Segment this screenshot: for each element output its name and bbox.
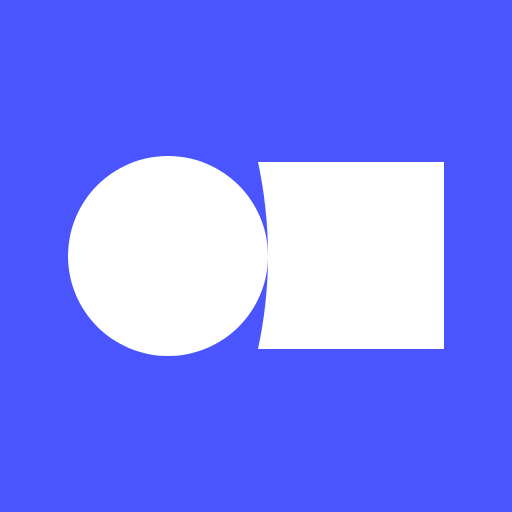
concave-square-shape xyxy=(258,162,444,349)
circle-shape xyxy=(68,156,268,356)
logo-icon xyxy=(0,0,512,512)
app-icon xyxy=(0,0,512,512)
